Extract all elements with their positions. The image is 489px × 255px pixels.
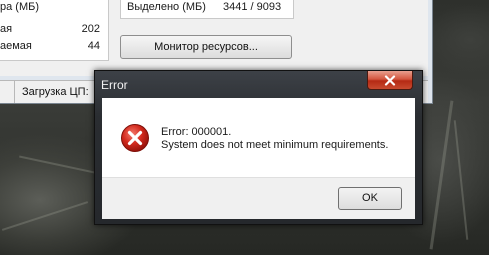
committed-memory-box: Выделено (МБ) 3441 / 9093 [120, 0, 294, 19]
stat-value: 44 [87, 40, 100, 52]
wallpaper-detail [453, 120, 469, 240]
close-button[interactable] [367, 71, 413, 90]
error-dialog: Error Error: 000001. System does not mee… [94, 70, 423, 225]
dialog-title: Error [101, 78, 128, 92]
ok-button[interactable]: OK [338, 187, 402, 210]
stat-label: ра (МБ) [0, 1, 39, 13]
dialog-body: Error: 000001. System does not meet mini… [102, 98, 415, 177]
error-code-text: Error: 000001. [161, 126, 232, 138]
stat-row: аемая 44 [0, 39, 104, 53]
error-x-icon [121, 124, 149, 152]
committed-label: Выделено (МБ) [127, 1, 206, 13]
performance-panel: ра (МБ) ая 202 аемая 44 Выделено (МБ) 34… [0, 0, 428, 76]
status-segment [0, 81, 15, 103]
stat-row: ра (МБ) [0, 0, 104, 14]
stat-label: ая [0, 23, 13, 35]
wallpaper-detail [1, 201, 89, 231]
stat-row: ая 202 [0, 22, 104, 36]
error-detail-text: System does not meet minimum requirement… [161, 139, 389, 151]
committed-value: 3441 / 9093 [223, 1, 282, 13]
dialog-footer: OK [102, 177, 415, 219]
memory-stats-box: ра (МБ) ая 202 аемая 44 [0, 0, 109, 61]
wallpaper-detail [429, 100, 454, 250]
close-icon [384, 74, 396, 86]
resource-monitor-button[interactable]: Монитор ресурсов... [120, 35, 292, 59]
stat-value: 202 [81, 23, 100, 35]
cpu-usage-label: Загрузка ЦП: [22, 86, 89, 98]
error-message: Error: 000001. System does not meet mini… [161, 126, 388, 152]
stat-label: аемая [0, 40, 32, 52]
